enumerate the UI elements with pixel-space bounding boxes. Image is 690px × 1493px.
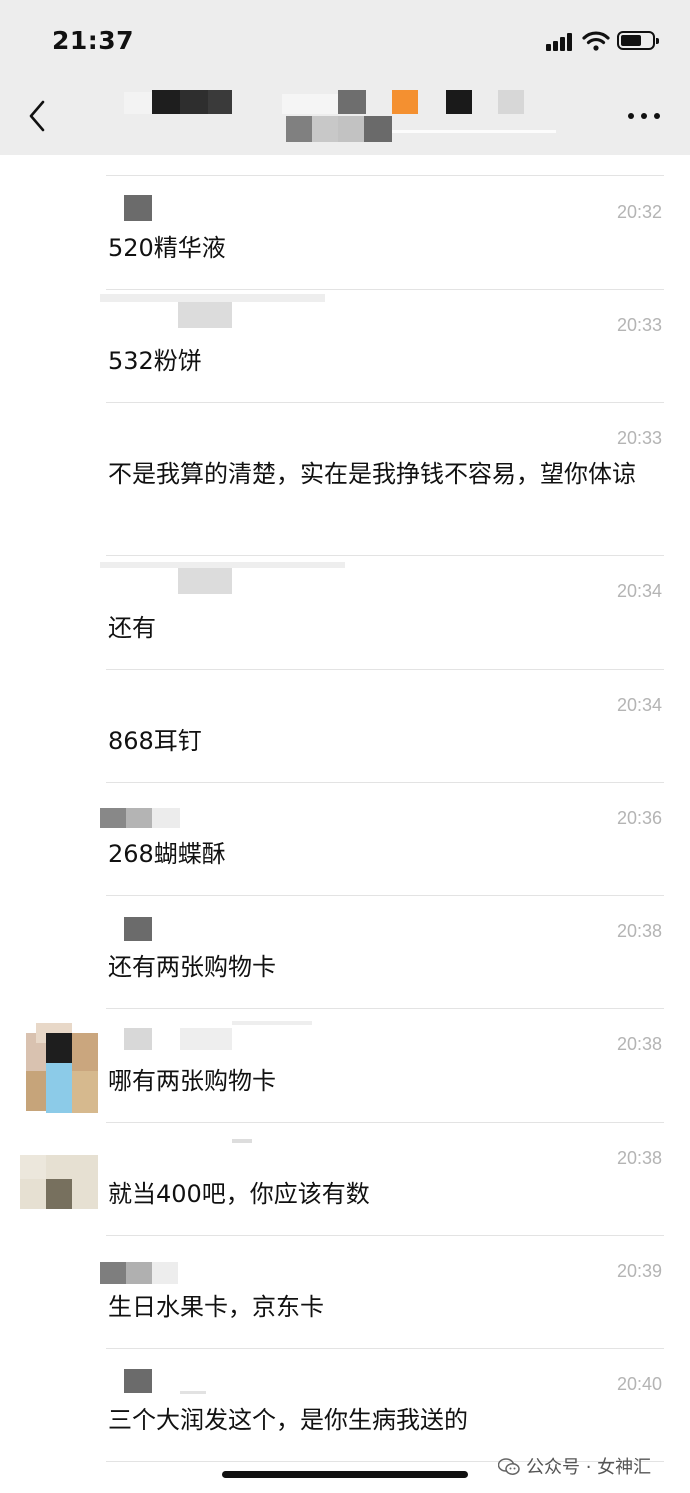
blurred-sender-name: [100, 808, 126, 828]
wechat-watermark-icon: [498, 1458, 520, 1475]
wifi-icon: [582, 31, 610, 51]
blurred-sender-name: [124, 1028, 152, 1050]
message-time: 20:38: [616, 1148, 662, 1168]
blurred-sender-name: [126, 1262, 152, 1284]
message-text: 还有: [108, 614, 156, 642]
message-row[interactable]: 20:34 还有: [0, 556, 690, 669]
signal-icon: [546, 33, 572, 51]
message-text: 868耳钉: [108, 727, 202, 755]
message-row[interactable]: 20:39 生日水果卡，京东卡: [0, 1236, 690, 1348]
message-row[interactable]: 20:32 520精华液: [0, 176, 690, 289]
blurred-sender-name: [124, 1369, 152, 1393]
message-row[interactable]: 20:38 还有两张购物卡: [0, 896, 690, 1008]
message-text: 生日水果卡，京东卡: [108, 1293, 324, 1321]
message-time: 20:34: [616, 695, 662, 715]
message-text: 哪有两张购物卡: [108, 1067, 276, 1095]
message-row[interactable]: 20:38 哪有两张购物卡: [0, 1009, 690, 1122]
message-time: 20:34: [616, 581, 662, 601]
watermark: 公众号 · 女神汇: [498, 1453, 651, 1479]
blurred-sender-name: [100, 1262, 126, 1284]
blurred-sender-name: [100, 294, 325, 302]
message-row[interactable]: 20:34 868耳钉: [0, 670, 690, 782]
message-row[interactable]: 20:38 就当400吧，你应该有数: [0, 1123, 690, 1235]
message-text: 532粉饼: [108, 347, 202, 375]
message-time: 20:33: [616, 428, 662, 448]
avatar[interactable]: [26, 1023, 98, 1113]
blurred-sender-name: [124, 917, 152, 941]
message-time: 20:33: [616, 315, 662, 335]
message-time: 20:40: [616, 1374, 662, 1394]
message-text: 就当400吧，你应该有数: [108, 1180, 370, 1208]
blurred-sender-name: [178, 302, 232, 328]
top-bar: 21:37: [0, 0, 690, 155]
message-row[interactable]: 20:33 532粉饼: [0, 290, 690, 402]
message-text: 不是我算的清楚，实在是我挣钱不容易，望你体谅: [108, 460, 636, 488]
blurred-sender-name: [152, 1262, 178, 1284]
blurred-sender-name: [232, 1021, 312, 1025]
message-text: 三个大润发这个，是你生病我送的: [108, 1406, 468, 1434]
message-time: 20:36: [616, 808, 662, 828]
message-text: 520精华液: [108, 234, 226, 262]
back-icon[interactable]: [24, 98, 52, 134]
blurred-sender-name: [232, 1139, 252, 1143]
message-time: 20:39: [616, 1261, 662, 1281]
battery-icon: [617, 31, 659, 50]
message-time: 20:38: [616, 1034, 662, 1054]
blurred-sender-name: [124, 195, 152, 221]
home-indicator[interactable]: [222, 1471, 468, 1478]
message-text: 268蝴蝶酥: [108, 840, 226, 868]
message-time: 20:38: [616, 921, 662, 941]
avatar[interactable]: [20, 1155, 98, 1209]
more-icon[interactable]: [626, 108, 662, 124]
message-time: 20:32: [616, 202, 662, 222]
blurred-sender-name: [180, 1028, 232, 1050]
blurred-sender-name: [152, 808, 180, 828]
message-row[interactable]: 20:33 不是我算的清楚，实在是我挣钱不容易，望你体谅: [0, 403, 690, 555]
status-time: 21:37: [52, 26, 135, 55]
watermark-text: 公众号 · 女神汇: [526, 1457, 652, 1478]
blurred-sender-name: [180, 1391, 206, 1394]
blurred-sender-name: [178, 568, 232, 594]
blurred-sender-name: [126, 808, 152, 828]
message-text: 还有两张购物卡: [108, 953, 276, 981]
message-row[interactable]: 20:40 三个大润发这个，是你生病我送的: [0, 1349, 690, 1461]
message-row[interactable]: 20:36 268蝴蝶酥: [0, 783, 690, 895]
